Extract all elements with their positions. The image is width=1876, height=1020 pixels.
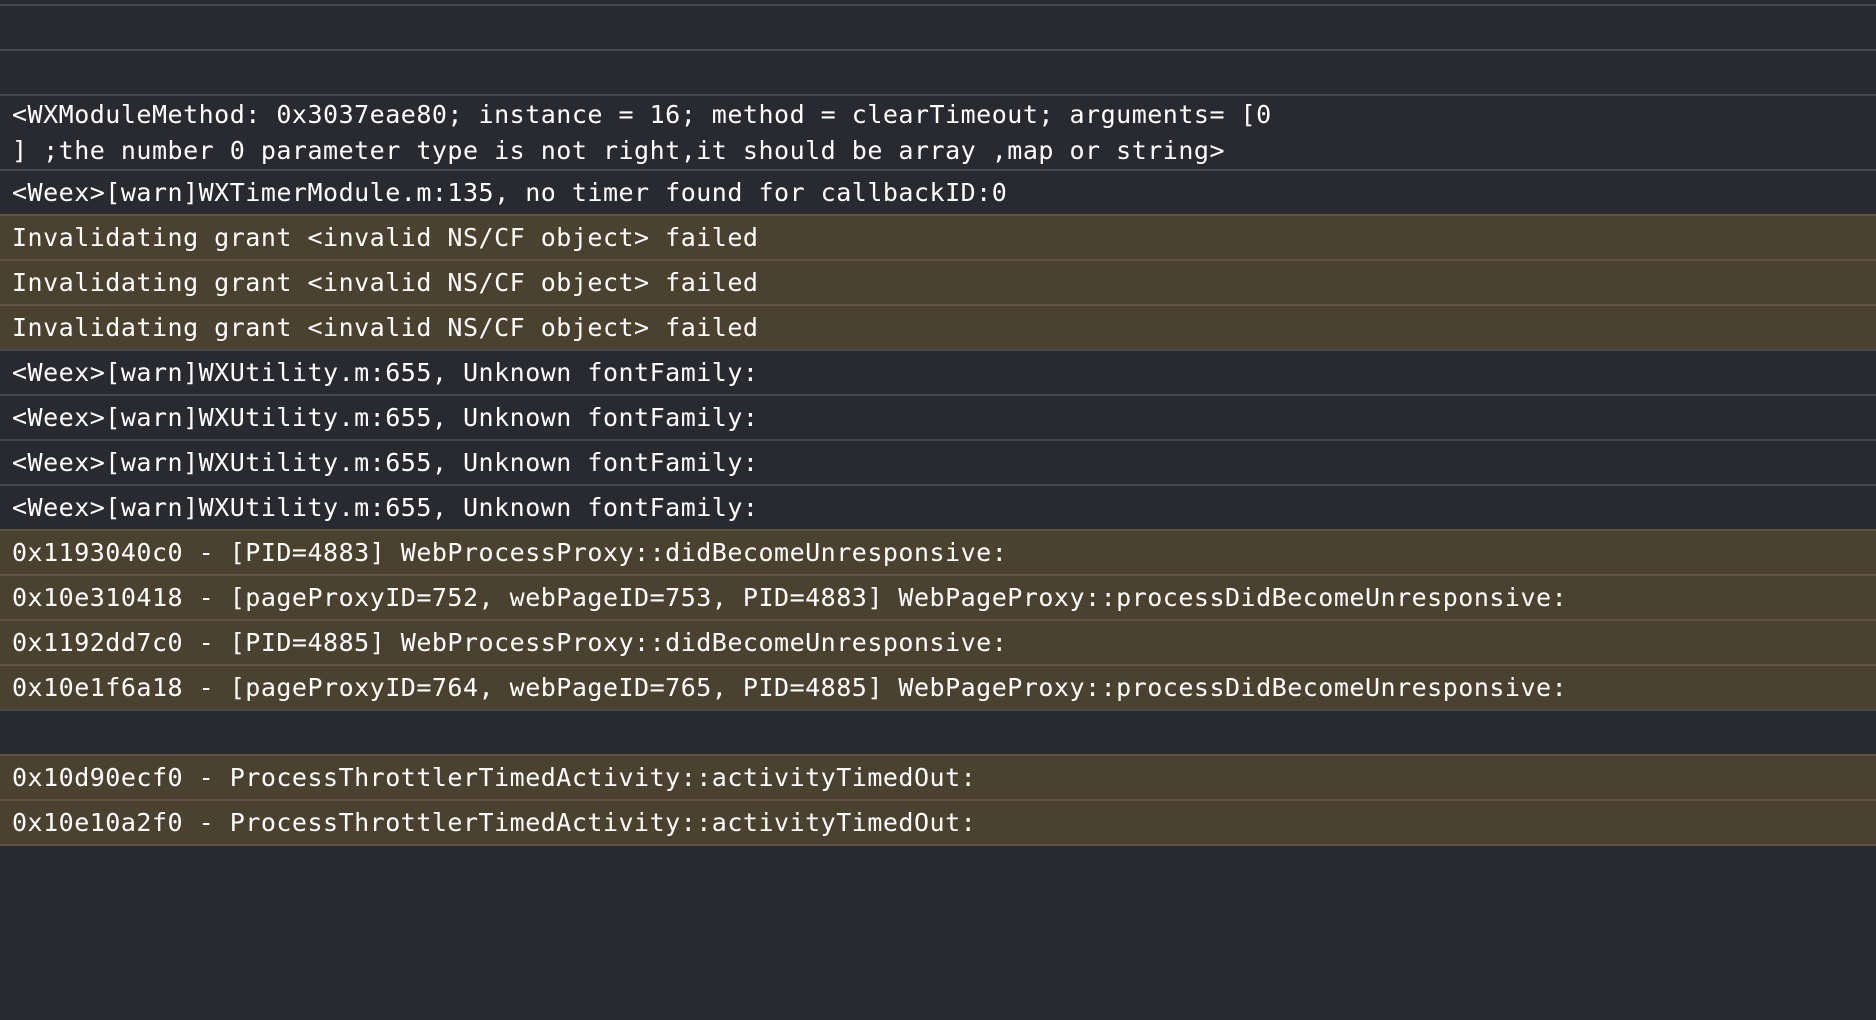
console-message: <Weex>[warn]WXUtility.m:655, Unknown fon… [12, 402, 759, 432]
console-message: 0x10d90ecf0 - ProcessThrottlerTimedActiv… [12, 762, 977, 792]
console-row[interactable]: <Weex>[warn]WXUtility.m:655, Unknown fon… [0, 484, 1876, 529]
console-message: <Weex>[warn]WXUtility.m:655, Unknown fon… [12, 492, 759, 522]
console-message: Invalidating grant <invalid NS/CF object… [12, 312, 759, 342]
console-message: 0x10e310418 - [pageProxyID=752, webPageI… [12, 582, 1568, 612]
console-message-line: <WXModuleMethod: 0x3037eae80; instance =… [12, 99, 1272, 129]
console-message: 0x1193040c0 - [PID=4883] WebProcessProxy… [12, 537, 1008, 567]
console-row-warning[interactable]: Invalidating grant <invalid NS/CF object… [0, 214, 1876, 259]
console-row[interactable]: <Weex>[warn]WXUtility.m:655, Unknown fon… [0, 394, 1876, 439]
console-row[interactable] [0, 846, 1876, 1020]
console-row[interactable]: <Weex>[warn]WXTimerModule.m:135, no time… [0, 169, 1876, 214]
console-row[interactable] [0, 49, 1876, 94]
console-row-warning[interactable]: 0x10e310418 - [pageProxyID=752, webPageI… [0, 574, 1876, 619]
console-row-warning[interactable]: 0x1193040c0 - [PID=4883] WebProcessProxy… [0, 529, 1876, 574]
console-message: <Weex>[warn]WXUtility.m:655, Unknown fon… [12, 447, 759, 477]
console-row[interactable] [0, 4, 1876, 49]
console-message-line: ] ;the number 0 parameter type is not ri… [12, 135, 1225, 165]
console-row-warning[interactable]: 0x10e1f6a18 - [pageProxyID=764, webPageI… [0, 664, 1876, 709]
console-message: 0x1192dd7c0 - [PID=4885] WebProcessProxy… [12, 627, 1008, 657]
console-message: Invalidating grant <invalid NS/CF object… [12, 222, 759, 252]
console-row[interactable]: <Weex>[warn]WXUtility.m:655, Unknown fon… [0, 349, 1876, 394]
console-row-warning[interactable]: 0x1192dd7c0 - [PID=4885] WebProcessProxy… [0, 619, 1876, 664]
console-row-warning[interactable]: 0x10e10a2f0 - ProcessThrottlerTimedActiv… [0, 799, 1876, 846]
console-row[interactable] [0, 709, 1876, 754]
console-message: <Weex>[warn]WXTimerModule.m:135, no time… [12, 177, 1008, 207]
console-row-warning[interactable]: Invalidating grant <invalid NS/CF object… [0, 259, 1876, 304]
console-row[interactable]: <Weex>[warn]WXUtility.m:655, Unknown fon… [0, 439, 1876, 484]
console-message: <Weex>[warn]WXUtility.m:655, Unknown fon… [12, 357, 759, 387]
console-message: Invalidating grant <invalid NS/CF object… [12, 267, 759, 297]
console-message: 0x10e10a2f0 - ProcessThrottlerTimedActiv… [12, 807, 977, 837]
console-row-warning[interactable]: Invalidating grant <invalid NS/CF object… [0, 304, 1876, 349]
console-message: 0x10e1f6a18 - [pageProxyID=764, webPageI… [12, 672, 1568, 702]
console-row[interactable]: <WXModuleMethod: 0x3037eae80; instance =… [0, 94, 1876, 169]
console-log[interactable]: <WXModuleMethod: 0x3037eae80; instance =… [0, 0, 1876, 1020]
console-row-warning[interactable]: 0x10d90ecf0 - ProcessThrottlerTimedActiv… [0, 754, 1876, 799]
